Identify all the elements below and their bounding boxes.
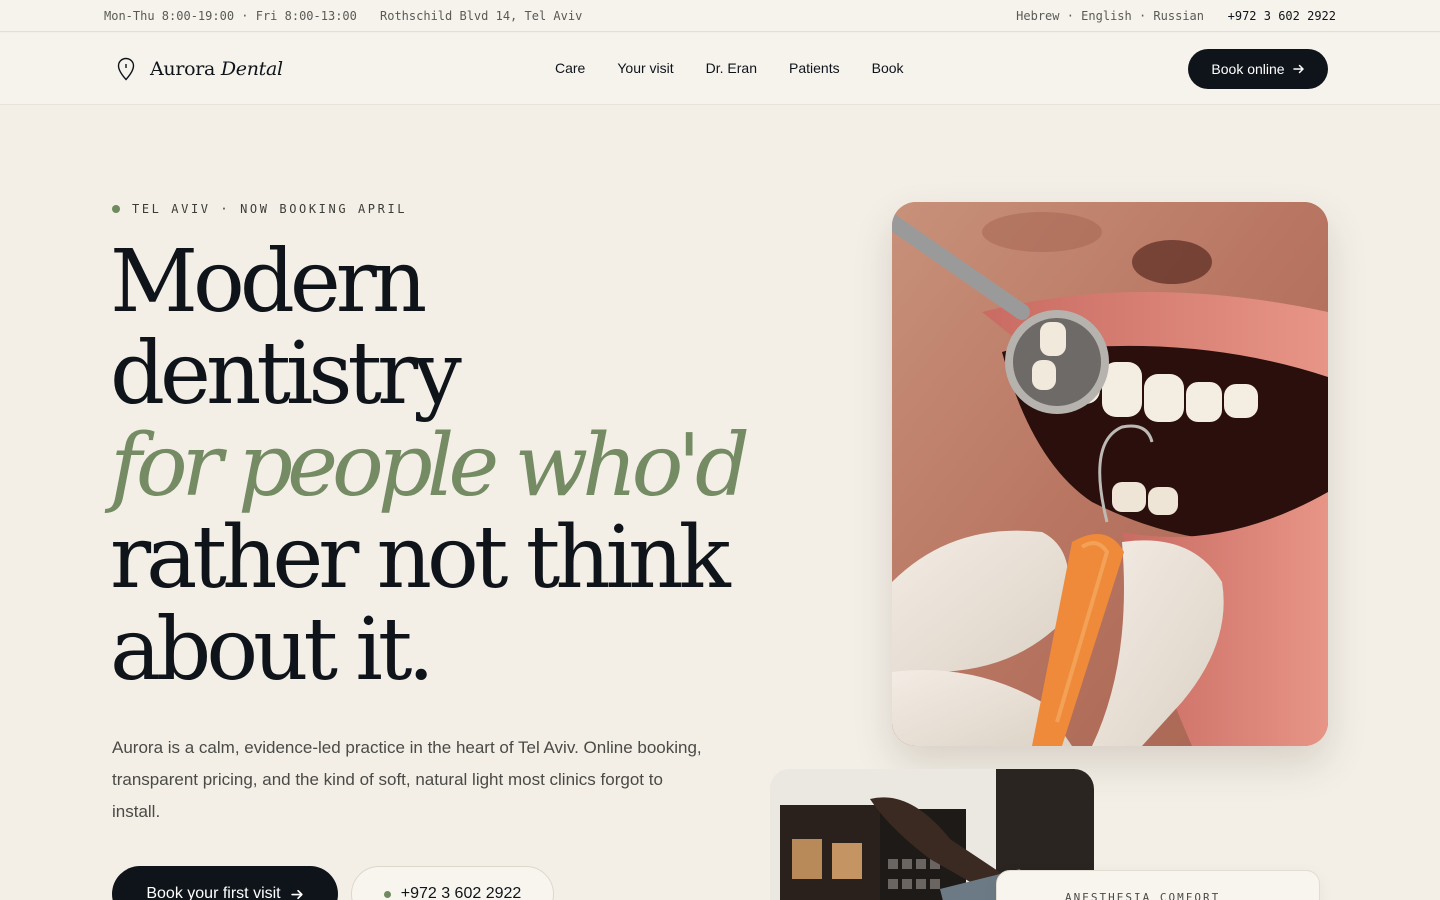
- nav-links: Care Your visit Dr. Eran Patients Book: [555, 60, 904, 76]
- nav-link-your-visit[interactable]: Your visit: [617, 60, 673, 76]
- utility-bar: Mon-Thu 8:00-19:00 · Fri 8:00-13:00 Roth…: [0, 0, 1440, 32]
- hero-headline: Modern dentistry for people who'd rather…: [110, 232, 750, 700]
- status-dot: [383, 890, 391, 898]
- call-phone-button[interactable]: +972 3 602 2922: [351, 866, 554, 900]
- language-switcher[interactable]: Hebrew · English · Russian: [1016, 9, 1204, 23]
- eyebrow-text: TEL AVIV · NOW BOOKING APRIL: [132, 202, 408, 216]
- call-phone-label: +972 3 602 2922: [400, 885, 522, 900]
- book-online-label: Book online: [1211, 61, 1285, 77]
- nav-link-patients[interactable]: Patients: [789, 60, 840, 76]
- book-online-button[interactable]: Book online: [1188, 49, 1328, 89]
- anesthesia-comfort-card: ANESTHESIA COMFORT: [996, 870, 1320, 900]
- status-dot: [112, 205, 120, 213]
- hero-description: Aurora is a calm, evidence-led practice …: [112, 738, 702, 821]
- clinic-address: Rothschild Blvd 14, Tel Aviv: [380, 9, 583, 23]
- hero-photo-dental-exam: [892, 202, 1328, 746]
- headline-line-1: Modern: [110, 232, 427, 332]
- arrow-right-icon: [290, 889, 303, 899]
- headline-line-4: rather not think: [110, 508, 731, 608]
- headline-line-2: dentistry: [110, 324, 462, 424]
- topbar-phone-link[interactable]: +972 3 602 2922: [1228, 9, 1336, 23]
- opening-hours: Mon-Thu 8:00-19:00 · Fri 8:00-13:00: [104, 9, 357, 23]
- headline-accent: for people who'd: [110, 416, 750, 516]
- logo[interactable]: Aurora Dental: [116, 57, 283, 81]
- brand-secondary: Dental: [220, 58, 283, 80]
- book-first-visit-label: Book your first visit: [146, 885, 281, 900]
- book-first-visit-button[interactable]: Book your first visit: [112, 866, 338, 900]
- brand-name: Aurora Dental: [150, 58, 283, 80]
- tooth-pin-icon: [117, 57, 135, 81]
- info-card-label: ANESTHESIA COMFORT: [1065, 891, 1221, 900]
- nav-link-dr-eran[interactable]: Dr. Eran: [706, 60, 757, 76]
- headline-line-5: about it.: [110, 600, 435, 700]
- hero-eyebrow: TEL AVIV · NOW BOOKING APRIL: [112, 202, 407, 216]
- main-navigation: Aurora Dental Care Your visit Dr. Eran P…: [0, 33, 1440, 105]
- brand-primary: Aurora: [150, 58, 216, 80]
- arrow-right-icon: [1292, 64, 1304, 74]
- nav-link-care[interactable]: Care: [555, 60, 585, 76]
- dental-exam-illustration: [892, 202, 1328, 746]
- nav-link-book[interactable]: Book: [872, 60, 904, 76]
